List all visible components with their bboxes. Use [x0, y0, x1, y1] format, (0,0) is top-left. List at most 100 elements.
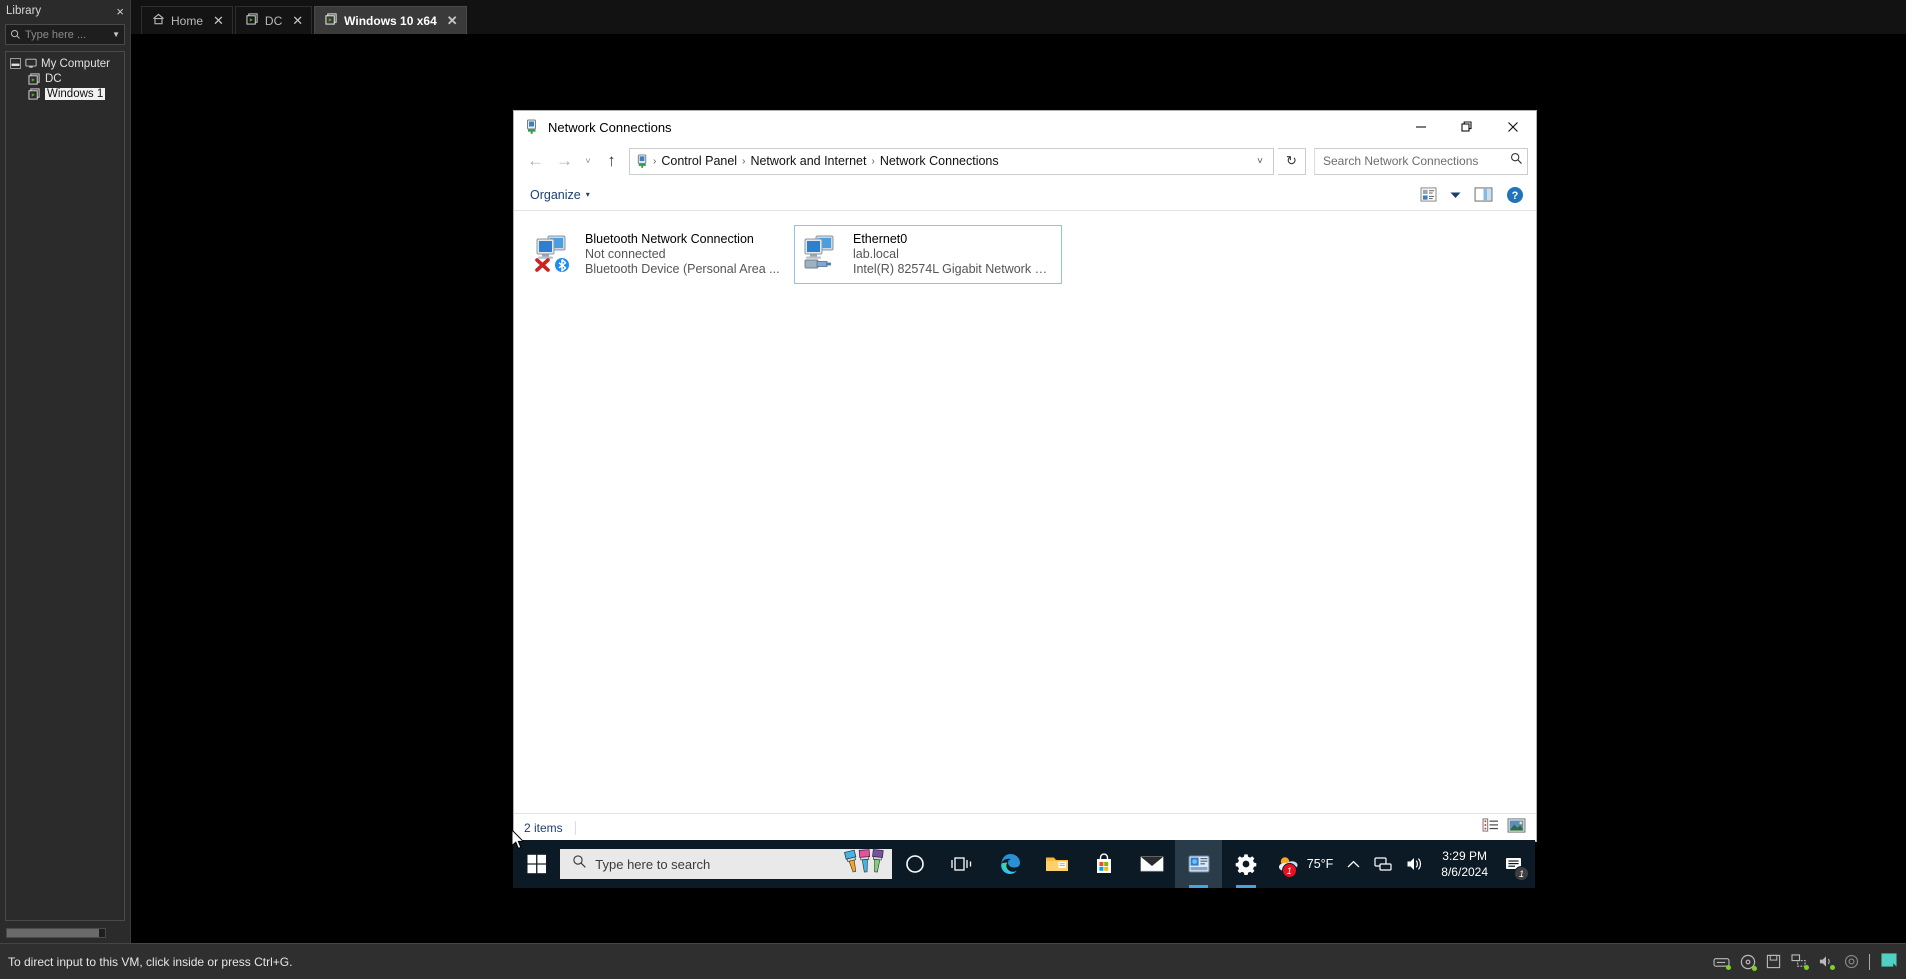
clock-time: 3:29 PM: [1442, 849, 1487, 863]
file-explorer-icon[interactable]: [1033, 840, 1080, 888]
tab-label: Windows 10 x64: [344, 13, 437, 28]
connection-name: Bluetooth Network Connection: [585, 232, 754, 246]
search-icon[interactable]: [1510, 152, 1523, 170]
notification-badge: 1: [1514, 866, 1530, 881]
vmware-status-bar: To direct input to this VM, click inside…: [0, 943, 1906, 979]
cortana-icon[interactable]: [892, 840, 939, 888]
refresh-button[interactable]: ↻: [1278, 147, 1306, 175]
connections-list: Bluetooth Network Connection Not connect…: [514, 211, 1536, 814]
action-center-icon[interactable]: 1: [1498, 840, 1531, 888]
address-bar[interactable]: › Control Panel › Network and Internet ›…: [629, 147, 1274, 175]
tray-divider: [1869, 953, 1870, 970]
organize-button[interactable]: Organize ▾: [524, 185, 596, 205]
network-connections-window: Network Connections ← → ˅ ↑ › Control Pa…: [513, 110, 1537, 842]
taskbar-clock[interactable]: 3:29 PM 8/6/2024: [1431, 840, 1498, 888]
network-connections-icon: [524, 119, 540, 135]
item-count: 2 items: [524, 820, 563, 835]
tab-home[interactable]: Home ✕: [141, 6, 233, 34]
close-icon[interactable]: ✕: [447, 13, 458, 29]
library-sidebar: Library × Type here ... ▼ ▬ My Computer: [0, 0, 131, 944]
library-close-icon[interactable]: ×: [116, 5, 124, 18]
back-button[interactable]: ←: [522, 148, 549, 175]
tab-label: DC: [264, 13, 283, 28]
chevron-down-icon[interactable]: ˅: [1249, 156, 1271, 167]
weather-temperature: 75°F: [1306, 857, 1334, 871]
library-horizontal-scrollbar[interactable]: [6, 928, 106, 938]
chevron-down-icon: ▾: [585, 190, 590, 199]
view-dropdown-button[interactable]: [1448, 189, 1463, 201]
forward-button[interactable]: →: [551, 148, 578, 175]
connection-item-ethernet0[interactable]: Ethernet0 lab.local Intel(R) 82574L Giga…: [794, 225, 1062, 284]
close-icon[interactable]: ✕: [213, 13, 224, 29]
tree-item-my-computer[interactable]: ▬ My Computer: [6, 56, 124, 71]
mail-icon[interactable]: [1128, 840, 1175, 888]
settings-icon[interactable]: [1222, 840, 1269, 888]
network-icon[interactable]: [1367, 840, 1399, 888]
connection-device: Intel(R) 82574L Gigabit Network C...: [853, 262, 1048, 276]
tree-item-dc[interactable]: DC: [6, 71, 124, 86]
up-button[interactable]: ↑: [598, 148, 625, 175]
paintbrushes-icon: [843, 848, 886, 881]
fullscreen-icon[interactable]: [1880, 952, 1898, 971]
explorer-status-bar: 2 items: [514, 813, 1536, 841]
preview-pane-button[interactable]: [1472, 185, 1495, 204]
restore-button[interactable]: [1444, 112, 1490, 143]
svg-text:?: ?: [1512, 190, 1519, 202]
connection-name: Ethernet0: [853, 232, 908, 246]
hard-disk-icon[interactable]: [1713, 955, 1731, 970]
library-search-input[interactable]: Type here ... ▼: [5, 24, 125, 45]
vm-icon: [325, 13, 338, 28]
taskbar-app-network-connections[interactable]: [1175, 840, 1223, 888]
breadcrumb-item-control-panel[interactable]: Control Panel: [657, 152, 741, 170]
task-view-icon[interactable]: [939, 840, 986, 888]
floppy-icon[interactable]: [1766, 954, 1781, 969]
connection-item-bluetooth[interactable]: Bluetooth Network Connection Not connect…: [526, 225, 794, 284]
large-icons-view-button[interactable]: [1507, 817, 1526, 838]
usb-icon[interactable]: [1844, 954, 1859, 969]
ethernet-cable-icon: [804, 259, 831, 269]
breadcrumb-item-network-and-internet[interactable]: Network and Internet: [746, 152, 870, 170]
view-options-button[interactable]: [1418, 185, 1439, 204]
windows-start-icon[interactable]: [513, 840, 560, 888]
close-icon[interactable]: ✕: [292, 13, 303, 29]
explorer-command-bar: Organize ▾ ?: [514, 179, 1536, 211]
explorer-navigation-bar: ← → ˅ ↑ › Control Panel › Network and In…: [514, 143, 1536, 179]
organize-label: Organize: [530, 187, 581, 202]
network-adapter-icon: [535, 232, 577, 277]
connection-status: lab.local: [853, 247, 899, 261]
sound-card-icon[interactable]: [1818, 954, 1835, 970]
tree-label: My Computer: [41, 57, 111, 70]
tab-dc[interactable]: DC ✕: [234, 6, 313, 34]
vm-icon: [28, 87, 41, 100]
vm-status-message: To direct input to this VM, click inside…: [8, 954, 293, 969]
collapse-icon[interactable]: ▬: [10, 58, 21, 69]
recent-locations-button[interactable]: ˅: [580, 148, 596, 175]
home-icon: [152, 13, 165, 28]
explorer-title-bar[interactable]: Network Connections: [514, 111, 1536, 143]
volume-icon[interactable]: [1399, 840, 1431, 888]
cd-dvd-icon[interactable]: [1740, 954, 1757, 971]
close-button[interactable]: [1490, 112, 1536, 143]
connection-device: Bluetooth Device (Personal Area ...: [585, 262, 780, 276]
search-icon: [572, 854, 587, 874]
tree-item-windows-10[interactable]: Windows 1: [6, 86, 124, 101]
chevron-up-icon[interactable]: [1340, 840, 1367, 888]
network-adapter-icon: [803, 232, 845, 277]
clock-date: 8/6/2024: [1441, 865, 1489, 879]
tab-windows-10-x64[interactable]: Windows 10 x64 ✕: [314, 6, 467, 34]
minimize-button[interactable]: [1398, 112, 1444, 143]
weather-badge: 1: [1281, 863, 1297, 878]
chevron-down-icon[interactable]: ▼: [112, 30, 120, 39]
help-icon[interactable]: ?: [1504, 184, 1526, 206]
microsoft-edge-icon[interactable]: [986, 840, 1033, 888]
search-input[interactable]: Search Network Connections: [1314, 147, 1528, 175]
tab-label: Home: [171, 13, 204, 28]
search-icon: [10, 29, 20, 39]
weather-widget[interactable]: 1 75°F: [1270, 840, 1341, 888]
details-view-button[interactable]: [1482, 818, 1499, 837]
microsoft-store-icon[interactable]: [1081, 840, 1128, 888]
taskbar-search-input[interactable]: Type here to search: [560, 848, 892, 881]
error-cross-icon: [535, 258, 550, 272]
breadcrumb-item-network-connections[interactable]: Network Connections: [876, 152, 1003, 170]
network-adapter-icon[interactable]: [1791, 954, 1809, 970]
